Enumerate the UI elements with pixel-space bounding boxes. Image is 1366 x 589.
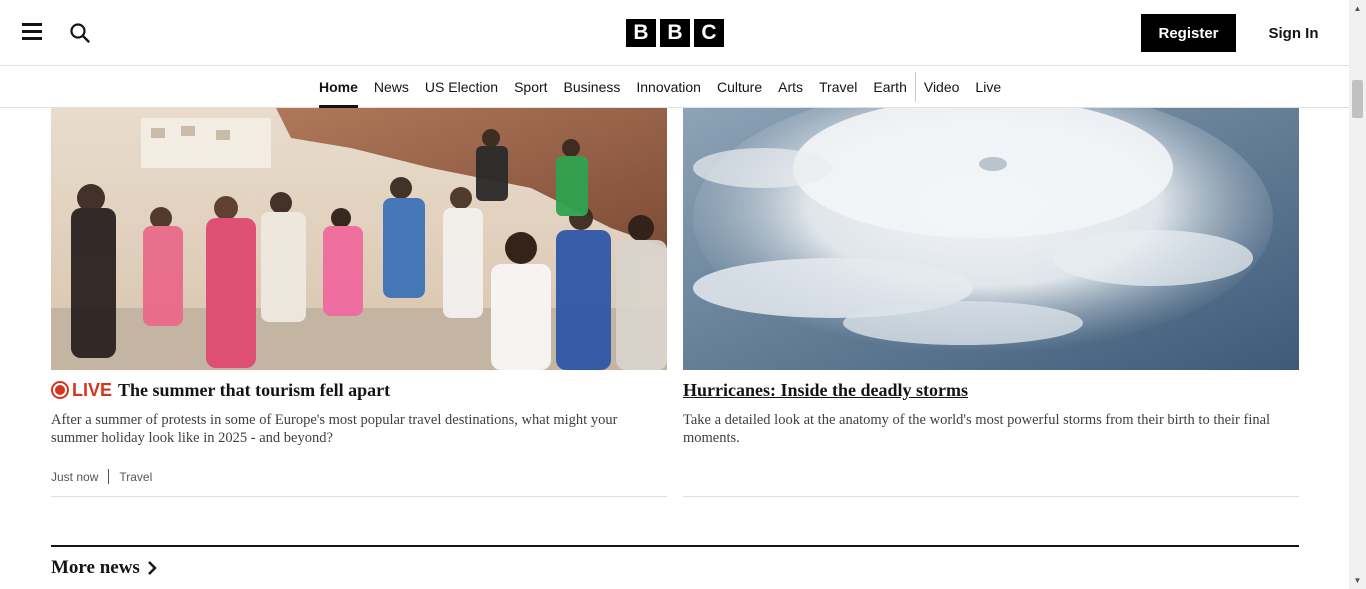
logo-letter-b2: B (660, 19, 690, 47)
story-timestamp: Just now (51, 469, 99, 484)
nav-item-business[interactable]: Business (556, 66, 629, 108)
sign-in-button[interactable]: Sign In (1256, 14, 1331, 52)
story-headline-hurricanes[interactable]: Hurricanes: Inside the deadly storms (683, 379, 1299, 401)
tourism-crowd-image[interactable] (51, 108, 667, 370)
bbc-logo[interactable]: B B C (626, 19, 724, 47)
nav-item-culture[interactable]: Culture (709, 66, 770, 108)
nav-item-us-election[interactable]: US Election (417, 66, 506, 108)
meta-divider (108, 469, 110, 484)
story-summary-hurricanes: Take a detailed look at the anatomy of t… (683, 412, 1271, 446)
story-meta: Just now Travel (51, 469, 667, 484)
story-card-tourism[interactable]: LIVE The summer that tourism fell apart … (51, 108, 667, 484)
logo-letter-b1: B (626, 19, 656, 47)
card-divider-left (51, 496, 667, 497)
nav-item-live[interactable]: Live (967, 66, 1009, 108)
hurricane-satellite-image[interactable] (683, 108, 1299, 370)
story-card-hurricanes[interactable]: Hurricanes: Inside the deadly storms Tak… (683, 108, 1299, 447)
site-header: B B C Register Sign In (0, 0, 1349, 66)
scroll-up-arrow-icon[interactable]: ▲ (1349, 0, 1366, 17)
live-label: LIVE (72, 380, 113, 400)
story-category[interactable]: Travel (119, 470, 152, 484)
vertical-scrollbar[interactable]: ▲ ▼ (1349, 0, 1366, 589)
main-navigation: Home News US Election Sport Business Inn… (0, 66, 1349, 108)
nav-item-innovation[interactable]: Innovation (628, 66, 709, 108)
scroll-down-arrow-icon[interactable]: ▼ (1349, 572, 1366, 589)
nav-item-home[interactable]: Home (311, 66, 366, 108)
live-indicator-icon (51, 381, 69, 399)
search-icon[interactable] (69, 22, 91, 44)
register-button[interactable]: Register (1141, 14, 1236, 52)
story-summary-tourism: After a summer of protests in some of Eu… (51, 412, 618, 446)
nav-item-travel[interactable]: Travel (811, 66, 865, 108)
nav-item-arts[interactable]: Arts (770, 66, 811, 108)
nav-item-earth[interactable]: Earth (865, 66, 914, 108)
nav-item-news[interactable]: News (366, 66, 417, 108)
nav-list: Home News US Election Sport Business Inn… (311, 66, 1009, 108)
nav-item-video[interactable]: Video (916, 66, 968, 108)
logo-letter-c: C (694, 19, 724, 47)
card-divider-right (683, 496, 1299, 497)
nav-item-sport[interactable]: Sport (506, 66, 555, 108)
more-news-link[interactable]: More news (51, 557, 158, 579)
chevron-right-icon (147, 561, 157, 575)
scrollbar-thumb[interactable] (1352, 80, 1363, 118)
section-divider (51, 545, 1299, 547)
hamburger-menu-icon[interactable] (22, 23, 42, 43)
headline-text[interactable]: The summer that tourism fell apart (118, 379, 390, 401)
more-news-label: More news (51, 557, 140, 578)
story-headline-tourism[interactable]: LIVE The summer that tourism fell apart (51, 379, 667, 401)
live-badge: LIVE (51, 379, 112, 401)
